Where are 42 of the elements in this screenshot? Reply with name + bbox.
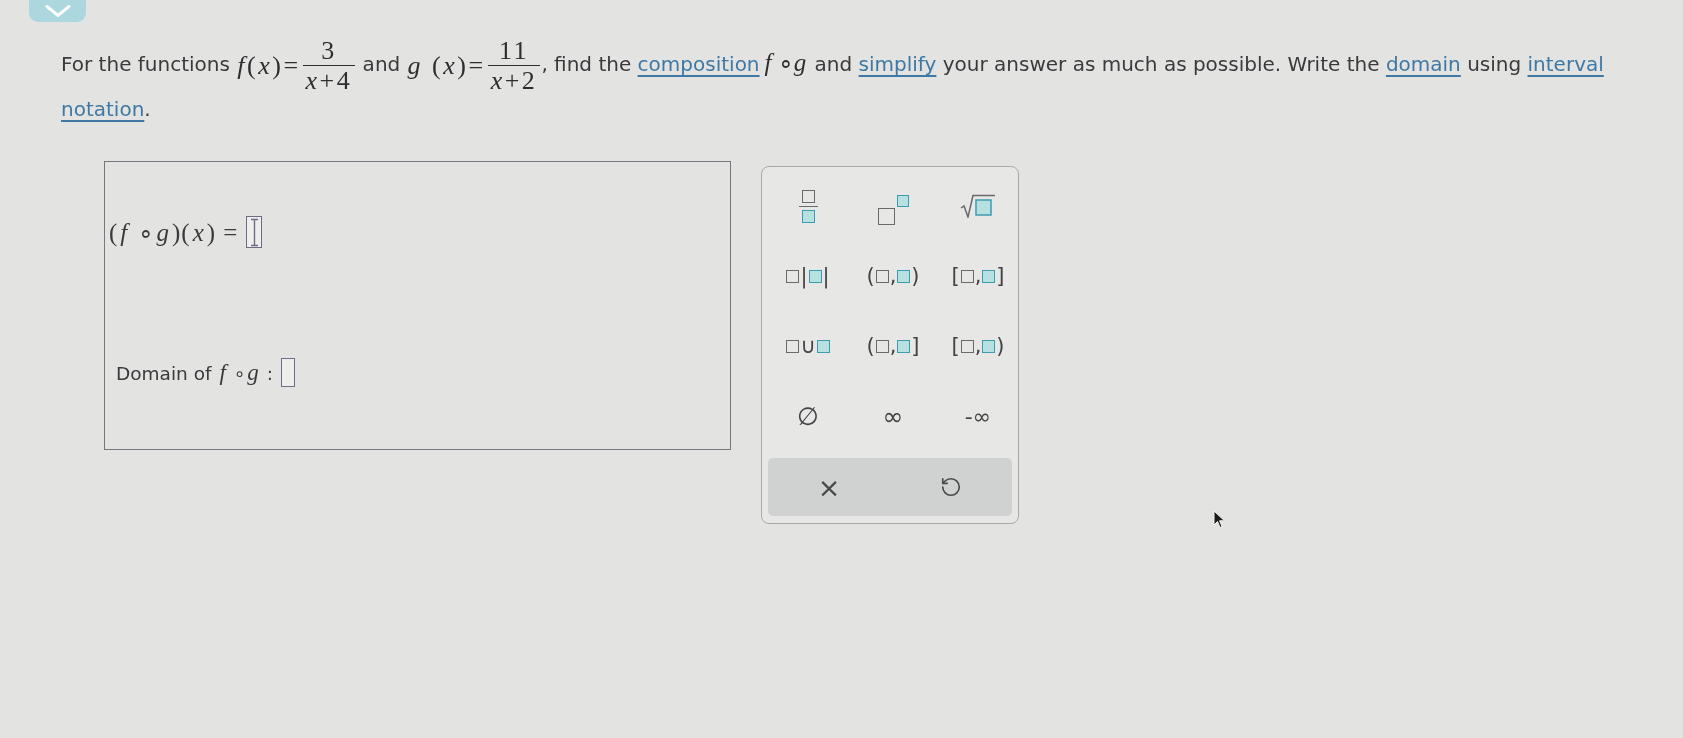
box-icon (875, 269, 889, 283)
answer-field[interactable] (280, 358, 295, 387)
box-icon (875, 339, 889, 353)
glossary-link[interactable]: domain (1385, 52, 1461, 76)
box-icon (877, 207, 895, 225)
interval-key[interactable]: [ , ] (938, 251, 1018, 301)
filled-box-icon (897, 339, 911, 353)
box-icon (960, 339, 974, 353)
filled-box-icon (801, 209, 815, 223)
answer-label: Domain of f ∘g : (116, 359, 273, 386)
interval-key[interactable]: ( , ) (853, 251, 933, 301)
filled-box-icon (982, 269, 996, 283)
glossary-link[interactable]: interval (1527, 52, 1604, 76)
interval-key[interactable]: [ , ) (938, 321, 1018, 371)
filled-box-icon (896, 195, 909, 207)
square-root-icon (960, 194, 996, 218)
mouse-pointer-icon (1213, 510, 1226, 529)
filled-box-icon (816, 339, 830, 353)
collapse-tab[interactable] (29, 0, 86, 22)
question-text: notation. (61, 97, 151, 121)
clear-button[interactable]: × (768, 458, 890, 516)
filled-box-icon (808, 269, 822, 283)
interval-key[interactable]: ( , ] (853, 321, 933, 371)
undo-icon (940, 476, 962, 498)
glossary-link[interactable]: composition (637, 52, 760, 76)
glossary-link[interactable]: notation (61, 97, 145, 121)
box-icon (786, 339, 800, 353)
answer-field[interactable] (246, 216, 263, 248)
answer-label: (f ∘g)(x) = (109, 217, 239, 247)
text-cursor-icon (250, 217, 259, 247)
symbol-key[interactable]: -∞ (938, 391, 1018, 441)
symbol-key[interactable]: ∅ (768, 391, 848, 441)
symbol-key[interactable]: ∞ (853, 391, 933, 441)
filled-box-icon (982, 339, 996, 353)
absolute-value-key[interactable]: | | (768, 251, 848, 301)
glossary-link[interactable]: simplify (858, 52, 937, 76)
box-icon (960, 269, 974, 283)
union-key[interactable]: ∪ (768, 321, 848, 371)
box-icon (786, 269, 800, 283)
box-icon (801, 189, 815, 203)
chevron-down-icon (44, 5, 71, 17)
filled-box-icon (897, 269, 911, 283)
